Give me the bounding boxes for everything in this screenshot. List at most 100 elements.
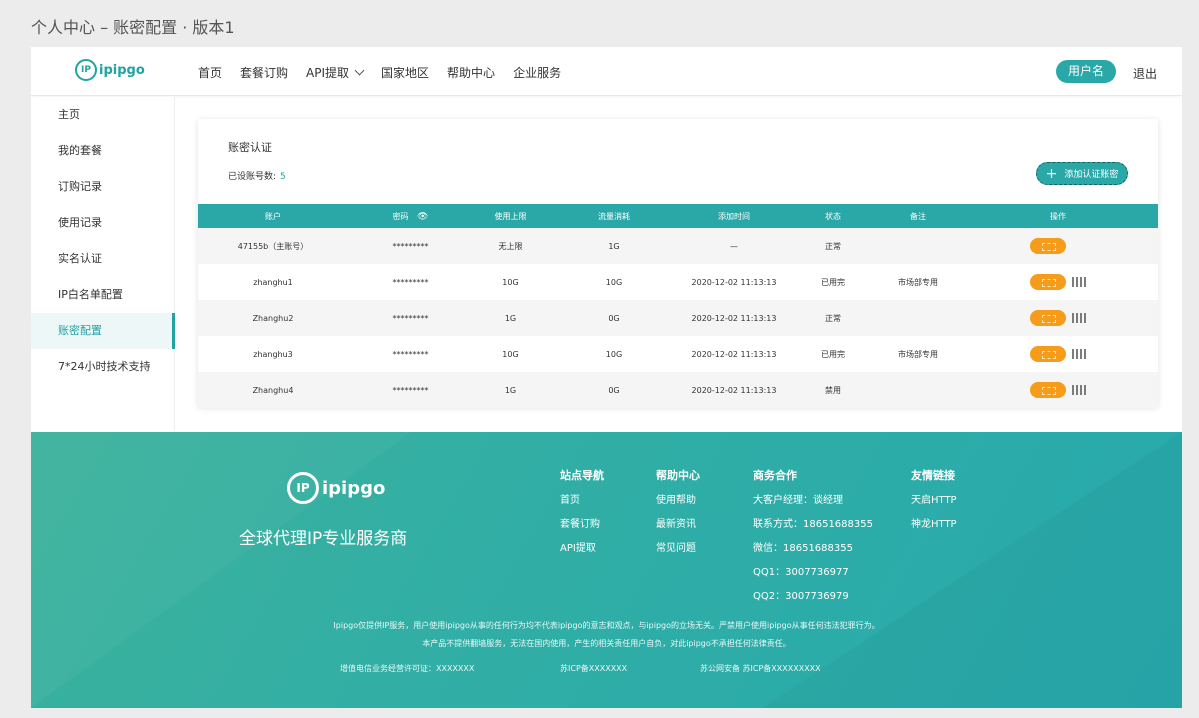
brand-logo[interactable]: IP ipipgo [75, 59, 145, 81]
col-time: 添加时间 [680, 204, 788, 228]
footer-notice-2: 本产品不提供翻墙服务，无法在国内使用，产生的相关责任用户自负，对此ipipgo不… [422, 639, 791, 648]
footer-slogan: 全球代理IP专业服务商 [239, 529, 408, 549]
footer-link[interactable]: 最新资讯 [656, 519, 700, 543]
nav-item-plans[interactable]: 套餐订购 [240, 64, 288, 81]
cell-time: 2020-12-02 11:13:13 [680, 336, 788, 372]
cell-actions [958, 228, 1158, 264]
add-button-label: 添加认证账密 [1064, 170, 1119, 180]
sidebar-item-support[interactable]: 7*24小时技术支持 [31, 349, 175, 385]
cell-status: 正常 [788, 228, 878, 264]
cell-note [878, 228, 958, 264]
footer-logo: IP ipipgo [287, 472, 385, 504]
footer-info: QQ1：3007736977 [753, 567, 849, 578]
qr-code-icon[interactable] [1072, 385, 1086, 395]
cell-status: 正常 [788, 300, 878, 336]
table-row: zhanghu1 ********* 10G 10G 2020-12-02 11… [198, 264, 1158, 300]
account-count-value: 5 [280, 172, 286, 182]
cell-status: 已用完 [788, 336, 878, 372]
nav-item-enterprise[interactable]: 企业服务 [513, 64, 561, 81]
cell-actions [958, 300, 1158, 336]
logo-text: ipipgo [99, 62, 145, 78]
sidebar-item-my-plans[interactable]: 我的套餐 [31, 133, 175, 169]
sidebar-item-ip-whitelist[interactable]: IP白名单配置 [31, 277, 175, 313]
cell-password: ********* [348, 300, 473, 336]
footer-link[interactable]: API提取 [560, 543, 604, 567]
edit-button[interactable] [1030, 274, 1066, 290]
nav-item-api-label: API提取 [306, 66, 350, 80]
sidebar-item-usage[interactable]: 使用记录 [31, 205, 175, 241]
sidebar-item-account-config[interactable]: 账密配置 [31, 313, 175, 349]
footer-link[interactable]: 套餐订购 [560, 519, 604, 543]
cell-password: ********* [348, 264, 473, 300]
table-row: Zhanghu4 ********* 1G 0G 2020-12-02 11:1… [198, 372, 1158, 408]
cell-time: 2020-12-02 11:13:13 [680, 300, 788, 336]
cell-usage: 1G [548, 228, 680, 264]
cell-password: ********* [348, 336, 473, 372]
main-nav: 首页 套餐订购 API提取 国家地区 帮助中心 企业服务 [198, 64, 579, 81]
nav-item-home[interactable]: 首页 [198, 64, 222, 81]
sidebar-item-orders[interactable]: 订购记录 [31, 169, 175, 205]
edit-button[interactable] [1030, 382, 1066, 398]
cell-note [878, 300, 958, 336]
cell-usage: 10G [548, 264, 680, 300]
footer-link[interactable]: 使用帮助 [656, 495, 700, 519]
cell-password: ********* [348, 372, 473, 408]
table-header-row: 账户 密码 👁 使用上限 流量消耗 添加时间 状态 备注 操作 [198, 204, 1158, 228]
cell-usage: 10G [548, 336, 680, 372]
footer-col-site-nav: 站点导航 首页 套餐订购 API提取 [560, 467, 604, 567]
footer-link[interactable]: 神龙HTTP [911, 519, 957, 543]
footer-col-help: 帮助中心 使用帮助 最新资讯 常见问题 [656, 467, 700, 567]
qr-code-icon[interactable] [1072, 313, 1086, 323]
col-actions: 操作 [958, 204, 1158, 228]
footer-col-heading: 站点导航 [560, 469, 604, 482]
sidebar-item-verification[interactable]: 实名认证 [31, 241, 175, 277]
footer-col-friend-links: 友情链接 天启HTTP 神龙HTTP [911, 467, 957, 543]
footer-info: 联系方式：18651688355 [753, 519, 873, 530]
nav-item-regions[interactable]: 国家地区 [381, 64, 429, 81]
footer-link[interactable]: 首页 [560, 495, 604, 519]
top-navbar: IP ipipgo 首页 套餐订购 API提取 国家地区 帮助中心 企业服务 用… [31, 47, 1182, 96]
cell-password: ********* [348, 228, 473, 264]
cell-actions [958, 372, 1158, 408]
cell-status: 已用完 [788, 264, 878, 300]
cell-note [878, 372, 958, 408]
logout-link[interactable]: 退出 [1133, 65, 1157, 82]
eye-icon[interactable]: 👁 [417, 212, 428, 222]
edit-button[interactable] [1030, 238, 1066, 254]
footer-col-heading: 帮助中心 [656, 469, 700, 482]
footer-icp: 苏ICP备XXXXXXX [560, 664, 628, 673]
logo-mark-icon: IP [75, 59, 97, 81]
user-button[interactable]: 用户名 [1056, 60, 1116, 83]
cell-usage: 0G [548, 300, 680, 336]
col-limit: 使用上限 [473, 204, 548, 228]
col-password: 密码 👁 [348, 204, 473, 228]
col-account: 账户 [198, 204, 348, 228]
cell-actions [958, 336, 1158, 372]
edit-button[interactable] [1030, 310, 1066, 326]
footer-police-record: 苏公网安备 苏ICP备XXXXXXXXX [700, 664, 821, 673]
table-row: 47155b（主账号） ********* 无上限 1G — 正常 [198, 228, 1158, 264]
edit-button[interactable] [1030, 346, 1066, 362]
qr-code-icon[interactable] [1072, 349, 1086, 359]
accounts-table: 账户 密码 👁 使用上限 流量消耗 添加时间 状态 备注 操作 47155b（主… [198, 204, 1158, 408]
footer-link[interactable]: 常见问题 [656, 543, 700, 567]
col-status: 状态 [788, 204, 878, 228]
footer-info: 微信：18651688355 [753, 543, 853, 554]
qr-code-icon[interactable] [1072, 277, 1086, 287]
footer-logo-mark-icon: IP [287, 472, 319, 504]
cell-limit: 无上限 [473, 228, 548, 264]
card-title: 账密认证 [228, 141, 272, 154]
sidebar-item-home[interactable]: 主页 [31, 97, 175, 133]
cell-account: zhanghu1 [198, 264, 348, 300]
cell-limit: 1G [473, 372, 548, 408]
footer-link[interactable]: 天启HTTP [911, 495, 957, 519]
add-auth-account-button[interactable]: + 添加认证账密 [1036, 162, 1128, 185]
footer-license: 增值电信业务经营许可证：XXXXXXX [340, 664, 475, 673]
cell-limit: 10G [473, 336, 548, 372]
nav-item-api[interactable]: API提取 [306, 64, 365, 81]
col-usage: 流量消耗 [548, 204, 680, 228]
col-note: 备注 [878, 204, 958, 228]
nav-item-help[interactable]: 帮助中心 [447, 64, 495, 81]
footer-col-heading: 友情链接 [911, 469, 955, 482]
cell-note: 市场部专用 [878, 336, 958, 372]
